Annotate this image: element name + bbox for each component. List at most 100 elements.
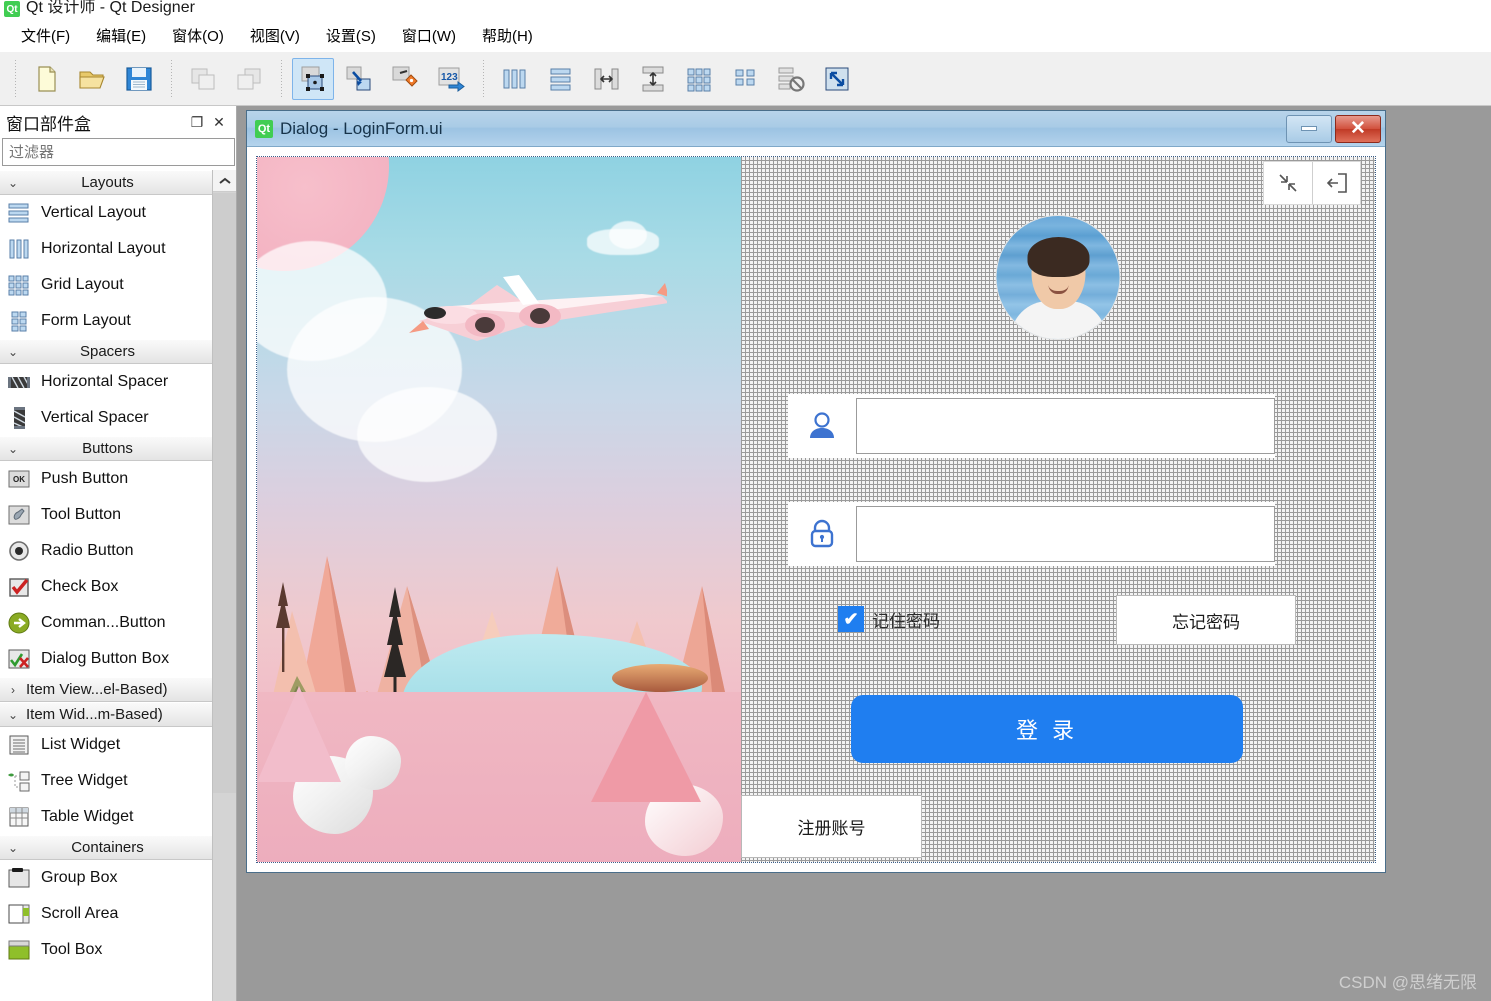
widget-tree: ⌄ Layouts Vertical Layout Horizontal Lay… — [0, 170, 213, 1001]
save-icon[interactable] — [118, 58, 160, 100]
group-label: Layouts — [81, 174, 134, 191]
layout-grid-icon[interactable] — [678, 58, 720, 100]
tool-button-icon — [6, 502, 32, 528]
menu-view[interactable]: 视图(V) — [237, 21, 313, 50]
form-canvas: ✔ 记住密码 忘记密码 登 录 注册账号 — [247, 147, 1385, 872]
layout-splitter-horizontal-icon[interactable] — [586, 58, 628, 100]
group-header-spacers[interactable]: ⌄ Spacers — [0, 339, 213, 364]
chevron-down-icon: ⌄ — [7, 175, 19, 190]
main-titlebar: Qt Qt 设计师 - Qt Designer — [0, 0, 1491, 18]
form-window-titlebar[interactable]: Qt Dialog - LoginForm.ui ✕ — [247, 111, 1385, 147]
form-root-widget[interactable]: ✔ 记住密码 忘记密码 登 录 注册账号 — [256, 156, 1376, 863]
widget-item-tree-widget[interactable]: Tree Widget — [0, 763, 213, 799]
widget-item-group-box[interactable]: Group Box — [0, 860, 213, 896]
widget-item-list-widget[interactable]: List Widget — [0, 727, 213, 763]
widget-item-vertical-spacer[interactable]: Vertical Spacer — [0, 400, 213, 436]
group-header-item-widgets[interactable]: ⌄ Item Wid...m-Based) — [0, 702, 213, 727]
register-button[interactable]: 注册账号 — [741, 795, 922, 858]
minimize-button[interactable] — [1286, 114, 1332, 143]
grid-layout-icon — [6, 272, 32, 298]
layout-splitter-vertical-icon[interactable] — [632, 58, 674, 100]
group-box-icon — [6, 865, 32, 891]
group-header-containers[interactable]: ⌄ Containers — [0, 835, 213, 860]
widget-item-form-layout[interactable]: Form Layout — [0, 303, 213, 339]
group-header-buttons[interactable]: ⌄ Buttons — [0, 436, 213, 461]
minimize-window-icon[interactable] — [1264, 162, 1312, 204]
avatar-hair — [1027, 237, 1089, 277]
widget-item-scroll-area[interactable]: Scroll Area — [0, 896, 213, 932]
undo-icon[interactable] — [182, 58, 224, 100]
login-panel: ✔ 记住密码 忘记密码 登 录 注册账号 — [741, 157, 1375, 862]
qt-logo-icon: Qt — [255, 119, 273, 138]
filter-input[interactable] — [2, 138, 235, 166]
widget-item-grid-layout[interactable]: Grid Layout — [0, 267, 213, 303]
check-box-icon — [6, 574, 32, 600]
break-layout-icon[interactable] — [770, 58, 812, 100]
menu-file[interactable]: 文件(F) — [8, 21, 83, 50]
widget-item-horizontal-spacer[interactable]: Horizontal Spacer — [0, 364, 213, 400]
widget-item-radio-button[interactable]: Radio Button — [0, 533, 213, 569]
widget-item-label: Group Box — [41, 869, 118, 886]
widget-item-label: Tool Box — [41, 941, 103, 958]
horizontal-spacer-icon — [6, 369, 32, 395]
menu-form[interactable]: 窗体(O) — [159, 21, 237, 50]
remember-password-label: 记住密码 — [872, 611, 940, 631]
exit-app-icon[interactable] — [1312, 162, 1360, 204]
edit-buddies-icon[interactable] — [384, 58, 426, 100]
widget-item-horizontal-layout[interactable]: Horizontal Layout — [0, 231, 213, 267]
widget-item-label: Tool Button — [41, 506, 122, 523]
redo-icon[interactable] — [228, 58, 270, 100]
widget-item-label: Horizontal Layout — [41, 240, 166, 257]
widget-item-check-box[interactable]: Check Box — [0, 569, 213, 605]
command-link-button-icon — [6, 610, 32, 636]
list-widget-icon — [6, 732, 32, 758]
remember-password-checkbox[interactable]: ✔ 记住密码 — [838, 606, 940, 632]
tree-silhouette — [273, 582, 293, 677]
layout-vertical-icon[interactable] — [540, 58, 582, 100]
low-poly-illustration — [257, 157, 741, 862]
widget-item-tool-button[interactable]: Tool Button — [0, 497, 213, 533]
password-input[interactable] — [856, 506, 1275, 562]
widget-item-label: Scroll Area — [41, 905, 119, 922]
widget-item-vertical-layout[interactable]: Vertical Layout — [0, 195, 213, 231]
group-label: Item View...el-Based) — [26, 681, 168, 698]
menu-edit[interactable]: 编辑(E) — [83, 21, 159, 50]
scrollbar-thumb[interactable] — [213, 193, 236, 793]
edit-widgets-icon[interactable] — [292, 57, 334, 100]
widget-item-label: Horizontal Spacer — [41, 373, 169, 390]
widget-item-label: List Widget — [41, 736, 121, 753]
layout-horizontal-icon[interactable] — [494, 58, 536, 100]
close-icon[interactable]: ✕ — [208, 111, 230, 133]
layout-form-icon[interactable] — [724, 58, 766, 100]
main-toolbar: 123 — [0, 52, 1491, 106]
filter-wrapper — [0, 138, 236, 166]
menu-help[interactable]: 帮助(H) — [469, 21, 546, 50]
menu-settings[interactable]: 设置(S) — [313, 21, 389, 50]
login-button[interactable]: 登 录 — [851, 695, 1243, 763]
widget-box-dock: 窗口部件盒 ❐ ✕ ⌄ Layouts Vertical Layout — [0, 106, 237, 1001]
widget-item-push-button[interactable]: OK Push Button — [0, 461, 213, 497]
forgot-password-button[interactable]: 忘记密码 — [1116, 595, 1296, 645]
open-folder-icon[interactable] — [72, 58, 114, 100]
menu-window[interactable]: 窗口(W) — [389, 21, 469, 50]
username-input[interactable] — [856, 398, 1275, 454]
scroll-area-icon — [6, 901, 32, 927]
widget-item-label: Comman...Button — [41, 614, 166, 631]
close-button[interactable]: ✕ — [1335, 114, 1381, 143]
new-file-icon[interactable] — [26, 58, 68, 100]
widget-item-command-link-button[interactable]: Comman...Button — [0, 605, 213, 641]
hero-image-label[interactable] — [257, 157, 741, 862]
edit-signals-slots-icon[interactable] — [338, 58, 380, 100]
adjust-size-icon[interactable] — [816, 58, 858, 100]
edit-tab-order-icon[interactable]: 123 — [430, 58, 472, 100]
widget-item-dialog-button-box[interactable]: Dialog Button Box — [0, 641, 213, 677]
restore-icon[interactable]: ❐ — [186, 111, 208, 133]
widget-item-label: Vertical Spacer — [41, 409, 149, 426]
scroll-up-icon[interactable] — [213, 170, 236, 192]
form-window: Qt Dialog - LoginForm.ui ✕ ✔ 记住密码 忘记密码 登… — [246, 110, 1386, 873]
group-header-item-views[interactable]: › Item View...el-Based) — [0, 677, 213, 702]
widget-item-table-widget[interactable]: Table Widget — [0, 799, 213, 835]
group-header-layouts[interactable]: ⌄ Layouts — [0, 170, 213, 195]
widget-item-tool-box[interactable]: Tool Box — [0, 932, 213, 968]
widget-tree-scrollbar[interactable] — [212, 170, 236, 1001]
